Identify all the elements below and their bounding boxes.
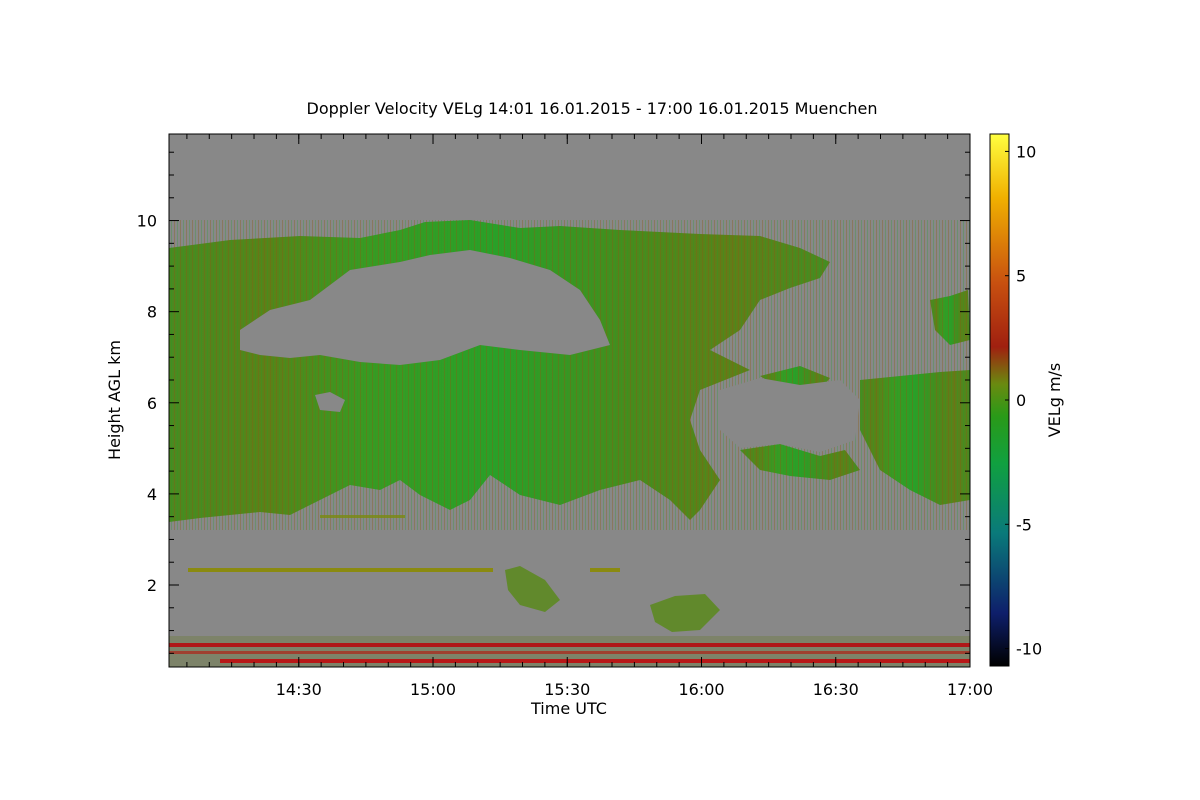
y-tick-label: 4 xyxy=(147,485,157,504)
y-tick-label: 2 xyxy=(147,576,157,595)
plot-area xyxy=(168,133,971,668)
y-axis-label: Height AGL km xyxy=(105,340,124,460)
x-tick-label: 17:00 xyxy=(947,680,993,699)
x-tick-label: 15:30 xyxy=(544,680,590,699)
chart-title: Doppler Velocity VELg 14:01 16.01.2015 -… xyxy=(307,99,878,118)
fallstreak-overlay xyxy=(169,220,970,530)
echo-line xyxy=(188,568,493,572)
echo-line xyxy=(320,515,405,518)
colorbar-tick-label: 5 xyxy=(1016,267,1026,286)
colorbar: 10 5 0 -5 -10 xyxy=(989,133,1042,667)
ground-line-red xyxy=(220,659,970,663)
colorbar-tick-label: -5 xyxy=(1016,515,1032,534)
x-tick-label: 16:00 xyxy=(678,680,724,699)
y-tick-label: 6 xyxy=(147,394,157,413)
ground-line-red xyxy=(169,643,970,647)
ground-line-red xyxy=(169,651,970,654)
x-axis-label: Time UTC xyxy=(530,699,607,718)
colorbar-tick-label: 0 xyxy=(1016,391,1026,410)
echo-line xyxy=(590,568,620,572)
x-tick-label: 15:00 xyxy=(410,680,456,699)
cloud-gap xyxy=(720,378,860,452)
doppler-velocity-chart: Doppler Velocity VELg 14:01 16.01.2015 -… xyxy=(105,99,1064,718)
y-tick-label: 8 xyxy=(147,303,157,322)
x-tick-label: 16:30 xyxy=(813,680,859,699)
x-tick-label: 14:30 xyxy=(276,680,322,699)
y-tick-label: 10 xyxy=(137,212,157,231)
colorbar-tick-label: 10 xyxy=(1016,142,1036,161)
colorbar-tick-label: -10 xyxy=(1016,640,1042,659)
colorbar-label: VELg m/s xyxy=(1045,363,1064,438)
